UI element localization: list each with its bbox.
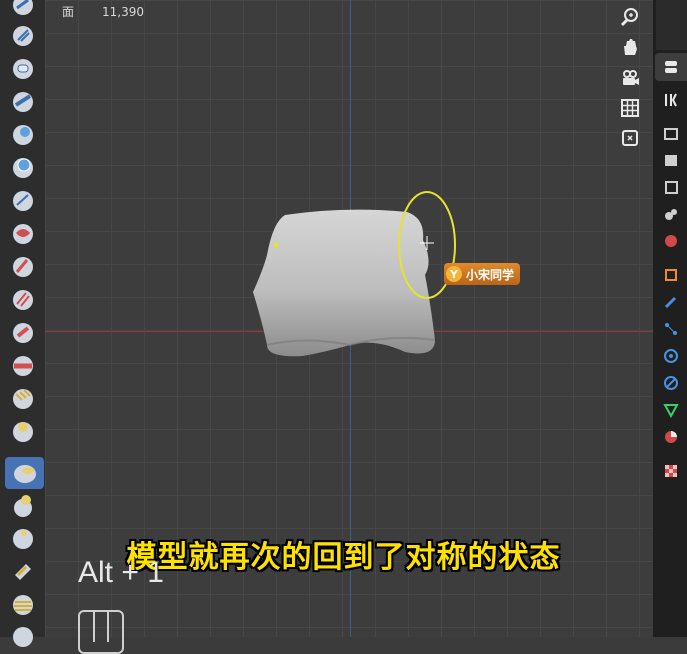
scrape-brush-icon[interactable] [8,384,38,414]
clay-brush-icon[interactable] [8,54,38,84]
world-icon[interactable] [661,231,681,251]
mouse-icon [78,610,124,654]
constraints-icon[interactable] [661,373,681,393]
object-icon[interactable] [661,265,681,285]
grid-ortho-icon[interactable] [618,96,642,120]
multiplane-scrape-brush-icon[interactable] [8,417,38,447]
tool-settings-icon[interactable] [655,53,687,81]
camera-icon[interactable] [618,66,642,90]
crease-brush-icon[interactable] [8,252,38,282]
frame-selected-icon[interactable] [618,126,642,150]
particles-icon[interactable] [661,319,681,339]
inflate-brush-icon[interactable] [8,186,38,216]
texture-icon[interactable] [661,461,681,481]
clay-thumb-brush-icon[interactable] [8,120,38,150]
snake-hook-brush-icon[interactable] [8,491,38,521]
smooth-brush-icon[interactable] [8,285,38,315]
view-layer-icon[interactable] [661,177,681,197]
properties-header [656,0,687,50]
physics-icon[interactable] [661,346,681,366]
key-hint: Alt + 1 [78,556,164,589]
nudge-brush-icon[interactable] [8,590,38,620]
tool-icon[interactable] [661,90,681,110]
slide-relax-brush-icon[interactable] [8,622,38,652]
author-watermark: Y 小宋同学 [444,263,521,285]
render-icon[interactable] [661,123,681,143]
layer-brush-icon[interactable] [8,153,38,183]
clay-strips-brush-icon[interactable] [8,87,38,117]
viewport-stats: 面 11,390 [62,3,172,20]
stats-value: 11,390 [102,5,145,19]
modifier-icon[interactable] [661,292,681,312]
output-icon[interactable] [661,150,681,170]
watermark-badge: Y [446,266,462,282]
flatten-brush-icon[interactable] [8,318,38,348]
draw-brush-icon[interactable] [8,0,38,20]
draw-sharp-brush-icon[interactable] [8,21,38,51]
scene-icon[interactable] [661,204,681,224]
stats-label: 面 [62,5,75,19]
grab-brush-icon[interactable] [5,457,44,489]
data-icon[interactable] [661,400,681,420]
fill-brush-icon[interactable] [8,351,38,381]
blob-brush-icon[interactable] [8,219,38,249]
zoom-icon[interactable] [618,5,642,29]
hand-pan-icon[interactable] [618,35,642,59]
material-icon[interactable] [661,427,681,447]
watermark-name: 小宋同学 [466,267,515,282]
